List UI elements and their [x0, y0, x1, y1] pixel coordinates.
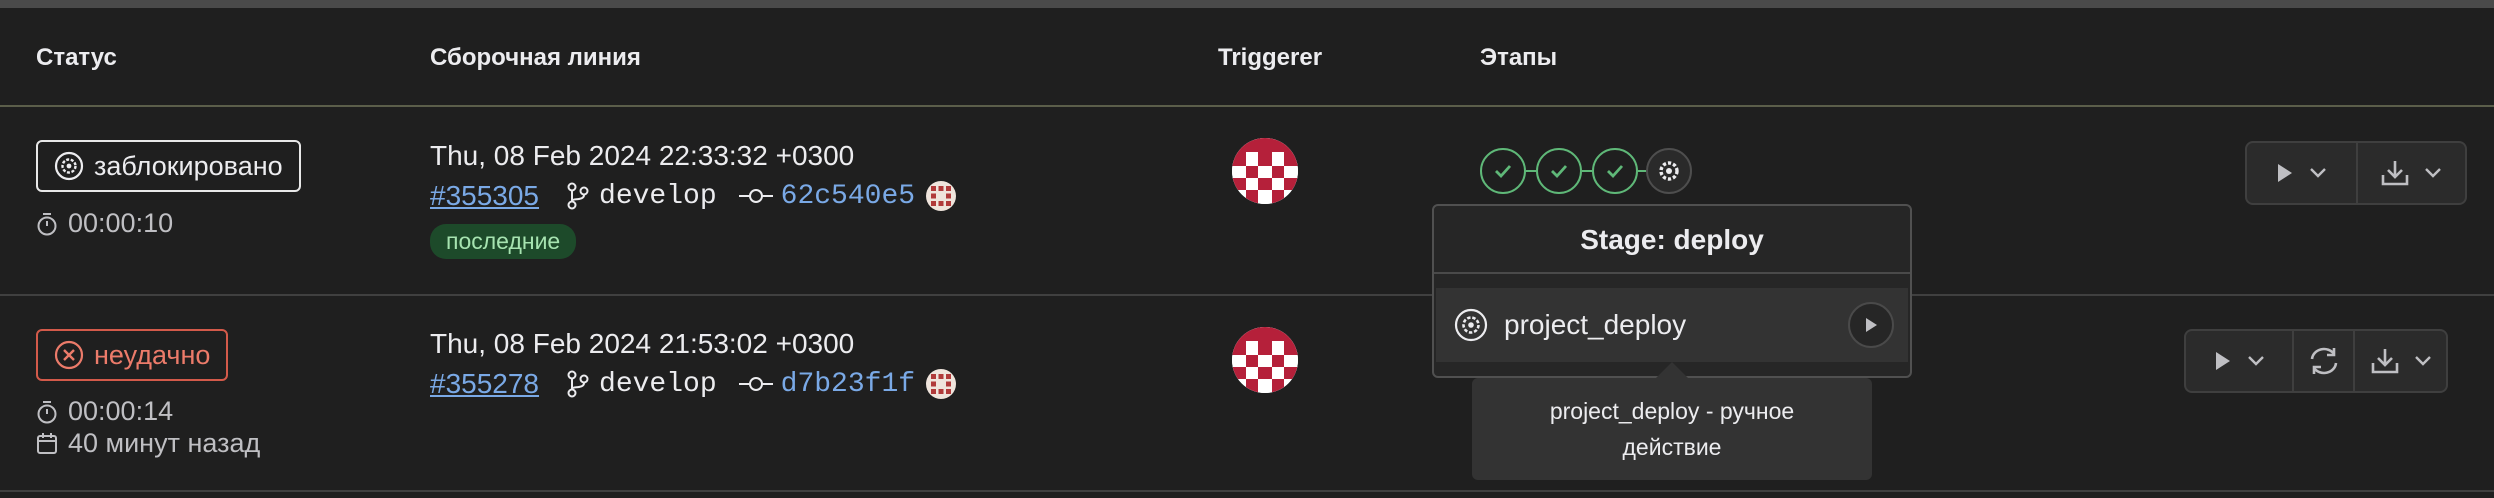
branch-name[interactable]: develop: [599, 369, 717, 400]
gear-icon: [1454, 308, 1488, 342]
timer-icon: [37, 212, 57, 235]
retry-icon: [2310, 347, 2338, 375]
stage-manual-icon[interactable]: [1646, 148, 1692, 194]
commit-author-avatar[interactable]: [925, 180, 957, 212]
commit-author-avatar[interactable]: [925, 368, 957, 400]
column-header-triggerer: Triggerer: [1218, 44, 1323, 71]
duration-value: 00:00:10: [68, 208, 174, 238]
chevron-down-icon: [2414, 356, 2431, 366]
stage-dropdown-title: Stage: deploy: [1580, 224, 1764, 255]
identicon: [1232, 138, 1298, 204]
download-icon: [2371, 349, 2399, 374]
stage-connector: [1638, 170, 1646, 172]
pipeline-ref: #355305 develop 62c540e5: [430, 180, 957, 212]
pipeline-date: Thu, 08 Feb 2024 21:53:02 +0300: [430, 328, 855, 359]
job-item-project-deploy[interactable]: project_deploy: [1436, 288, 1908, 362]
finished-time: 40 минут назад: [36, 428, 260, 459]
pipeline-id-link[interactable]: #355305: [430, 180, 539, 212]
top-border: [0, 0, 2494, 8]
download-icon: [2382, 161, 2409, 186]
row-actions: [2184, 329, 2448, 393]
stage-success-icon[interactable]: [1480, 148, 1526, 194]
stage-connector: [1582, 170, 1592, 172]
gear-icon: [54, 151, 84, 181]
finished-value: 40 минут назад: [68, 428, 261, 458]
header-divider: [0, 105, 2494, 107]
stages-graph: [1480, 148, 1692, 194]
commit-sha-link[interactable]: 62c540e5: [781, 181, 915, 212]
latest-badge: последние: [430, 224, 577, 259]
commit-icon: [738, 189, 773, 203]
play-manual-button[interactable]: [2186, 331, 2295, 391]
row-divider: [0, 294, 2494, 296]
duration: 00:00:14: [36, 396, 173, 427]
pipeline-ref: #355278 develop d7b23f1f: [430, 368, 957, 400]
column-header-pipeline: Сборочная линия: [430, 44, 641, 71]
tooltip: project_deploy - ручное действие: [1472, 378, 1872, 480]
retry-button[interactable]: [2294, 331, 2356, 391]
stage-success-icon[interactable]: [1592, 148, 1638, 194]
table-row: заблокировано: [36, 140, 301, 192]
duration-value: 00:00:14: [68, 396, 174, 426]
close-circle-icon: [54, 340, 84, 370]
job-name: project_deploy: [1504, 309, 1687, 340]
row-actions: [2245, 141, 2467, 205]
play-icon: [2278, 164, 2293, 182]
row-divider: [0, 490, 2494, 492]
play-icon: [1866, 318, 1877, 332]
status-badge-failed[interactable]: неудачно: [36, 329, 229, 381]
branch-name[interactable]: develop: [599, 181, 717, 212]
stage-dropdown: Stage: deploy project_deploy: [1432, 204, 1912, 378]
calendar-icon: [37, 432, 57, 454]
branch-icon: [567, 370, 589, 398]
pipeline-id-link[interactable]: #355278: [430, 368, 539, 400]
column-header-status: Статус: [36, 44, 117, 71]
run-job-button[interactable]: [1848, 302, 1894, 348]
stage-connector: [1526, 170, 1536, 172]
chevron-down-icon: [2248, 356, 2265, 366]
pipeline-date: Thu, 08 Feb 2024 22:33:32 +0300: [430, 140, 855, 171]
triggerer-avatar[interactable]: [1232, 327, 1298, 393]
commit-icon: [738, 377, 773, 391]
download-artifacts-button[interactable]: [2358, 143, 2465, 203]
status-label: заблокировано: [94, 150, 283, 181]
status-label: неудачно: [94, 339, 211, 370]
branch-icon: [567, 182, 589, 210]
dropdown-divider: [1434, 272, 1910, 274]
column-header-stages: Этапы: [1480, 44, 1558, 71]
download-artifacts-button[interactable]: [2355, 331, 2446, 391]
table-row: неудачно: [36, 329, 229, 381]
triggerer-avatar[interactable]: [1232, 138, 1298, 204]
tooltip-text: project_deploy - ручное действие: [1549, 398, 1795, 460]
gear-icon: [1659, 161, 1679, 181]
check-icon: [1495, 165, 1512, 179]
commit-sha-link[interactable]: d7b23f1f: [781, 369, 915, 400]
identicon: [1232, 327, 1298, 393]
play-icon: [2216, 352, 2231, 370]
duration: 00:00:10: [36, 208, 173, 239]
status-badge-blocked[interactable]: заблокировано: [36, 140, 301, 192]
check-icon: [1551, 165, 1568, 179]
timer-icon: [37, 400, 57, 423]
check-icon: [1607, 165, 1624, 179]
play-manual-button[interactable]: [2247, 143, 2358, 203]
stage-success-icon[interactable]: [1536, 148, 1582, 194]
chevron-down-icon: [2310, 168, 2327, 178]
tooltip-arrow: [1656, 362, 1688, 378]
chevron-down-icon: [2425, 168, 2442, 178]
